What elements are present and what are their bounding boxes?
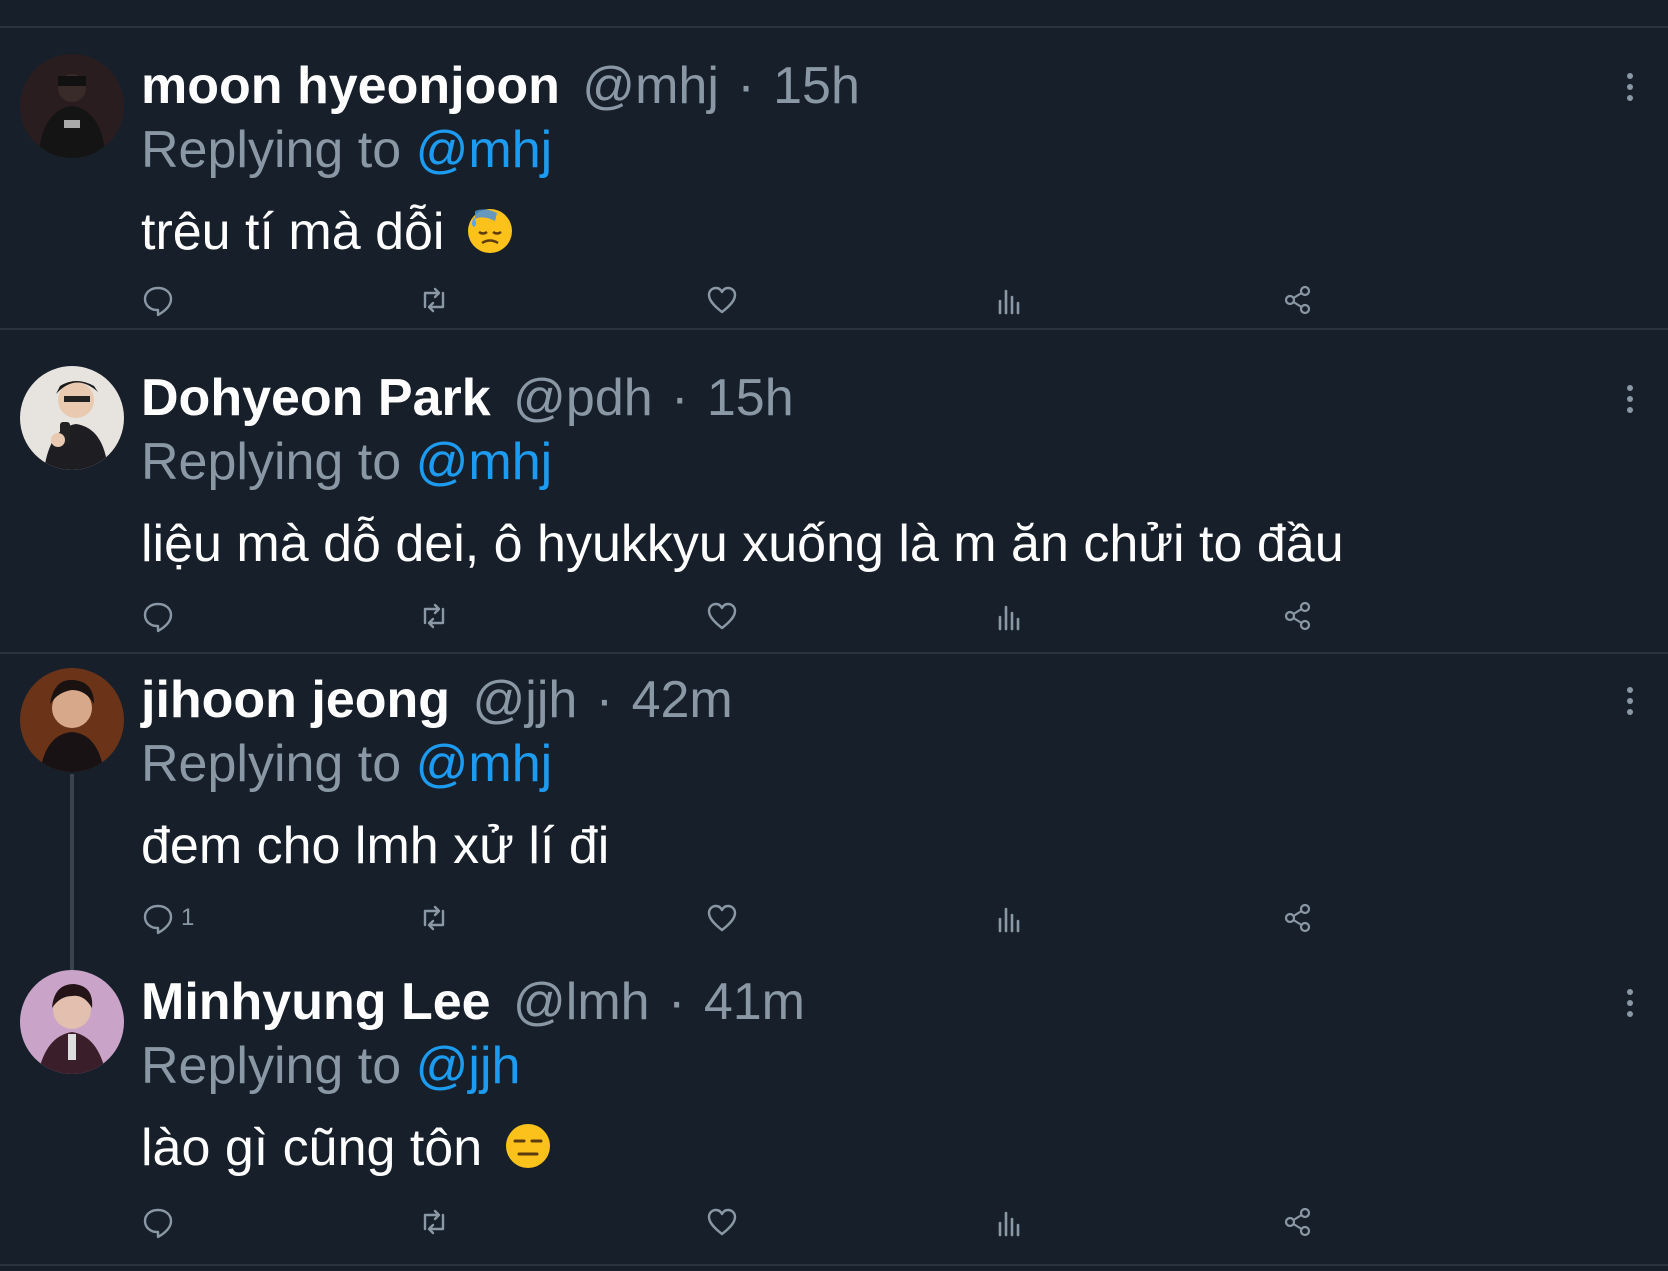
tweet-actions	[141, 1202, 1401, 1242]
share-icon	[1284, 601, 1311, 631]
downcast-sweat-face-emoji	[467, 209, 512, 253]
tweet-text-content: liệu mà dỗ dei, ô hyukkyu xuống là m ăn …	[141, 515, 1344, 573]
replying-to: Replying to @mhj	[141, 430, 552, 494]
reply-button[interactable]	[141, 596, 181, 636]
timestamp[interactable]: 15h	[707, 369, 794, 427]
reply-icon	[143, 904, 173, 935]
tweet-actions	[141, 280, 1401, 320]
tweet-text: lào gì cũng tôn	[141, 1116, 553, 1180]
views-button[interactable]	[993, 1202, 1027, 1242]
timestamp[interactable]: 41m	[704, 973, 805, 1031]
share-button[interactable]	[1281, 1202, 1315, 1242]
meta-separator: ·	[671, 369, 689, 427]
tweet-text: đem cho lmh xử lí đi	[141, 814, 609, 878]
more-icon[interactable]	[1624, 988, 1636, 1018]
share-button[interactable]	[1281, 898, 1315, 938]
like-button[interactable]	[705, 280, 739, 320]
reply-mention[interactable]: @mhj	[416, 735, 553, 793]
share-icon	[1284, 1207, 1311, 1237]
retweet-icon	[423, 1209, 445, 1235]
reply-icon	[143, 286, 173, 317]
display-name[interactable]: Minhyung Lee	[141, 973, 491, 1031]
reply-button[interactable]	[141, 1202, 181, 1242]
timestamp[interactable]: 15h	[773, 57, 860, 115]
like-icon	[707, 904, 737, 932]
reply-count: 1	[181, 904, 195, 931]
share-icon	[1284, 903, 1311, 933]
meta-separator: ·	[668, 973, 686, 1031]
more-icon[interactable]	[1624, 72, 1636, 102]
reply-icon	[143, 1208, 173, 1239]
views-icon	[998, 289, 1020, 315]
views-icon	[998, 605, 1020, 631]
meta-separator: ·	[595, 671, 614, 729]
tweet[interactable]: jihoon jeong @jjh · 42m Replying to @mhj…	[0, 668, 1668, 958]
replying-to-label: Replying to	[141, 1037, 402, 1095]
reply-button[interactable]	[141, 280, 181, 320]
display-name[interactable]: jihoon jeong	[141, 671, 450, 729]
share-button[interactable]	[1281, 596, 1315, 636]
like-icon	[707, 286, 737, 314]
tweet-divider	[0, 1264, 1668, 1266]
share-button[interactable]	[1281, 280, 1315, 320]
reply-mention[interactable]: @mhj	[416, 433, 553, 491]
share-icon	[1284, 285, 1311, 315]
tweet[interactable]: Dohyeon Park @pdh · 15h Replying to @mhj…	[0, 366, 1668, 654]
retweet-button[interactable]	[417, 280, 451, 320]
replying-to: Replying to @jjh	[141, 1034, 520, 1098]
replying-to: Replying to @mhj	[141, 732, 552, 796]
tweet-text: trêu tí mà dỗi	[141, 200, 515, 264]
handle[interactable]: @jjh	[473, 671, 578, 729]
retweet-button[interactable]	[417, 1202, 451, 1242]
tweet-actions	[141, 596, 1401, 636]
handle[interactable]: @pdh	[513, 369, 653, 427]
reply-mention[interactable]: @mhj	[416, 121, 553, 179]
tweet-text-content: trêu tí mà dỗi	[141, 203, 445, 261]
handle[interactable]: @mhj	[582, 57, 719, 115]
avatar[interactable]	[20, 668, 124, 772]
replying-to-label: Replying to	[141, 121, 402, 179]
tweet-text: liệu mà dỗ dei, ô hyukkyu xuống là m ăn …	[141, 512, 1344, 576]
retweet-icon	[423, 905, 445, 931]
tweet[interactable]: moon hyeonjoon @mhj · 15h Replying to @m…	[0, 54, 1668, 330]
retweet-button[interactable]	[417, 596, 451, 636]
tweet-actions: 1	[141, 898, 1401, 938]
like-button[interactable]	[705, 1202, 739, 1242]
avatar[interactable]	[20, 970, 124, 1074]
views-icon	[998, 907, 1020, 933]
retweet-button[interactable]	[417, 898, 451, 938]
like-button[interactable]	[705, 596, 739, 636]
views-icon	[998, 1211, 1020, 1237]
like-icon	[707, 602, 737, 630]
display-name[interactable]: Dohyeon Park	[141, 369, 491, 427]
more-icon[interactable]	[1624, 686, 1636, 716]
reply-icon	[143, 602, 173, 633]
tweet-text-content: lào gì cũng tôn	[141, 1119, 483, 1177]
reply-mention[interactable]: @jjh	[416, 1037, 521, 1095]
tweet-text-content: đem cho lmh xử lí đi	[141, 817, 610, 875]
views-button[interactable]	[993, 280, 1027, 320]
retweet-icon	[423, 603, 445, 629]
tweet[interactable]: Minhyung Lee @lmh · 41m Replying to @jjh…	[0, 970, 1668, 1266]
tweet-divider	[0, 328, 1668, 330]
like-button[interactable]	[705, 898, 739, 938]
retweet-icon	[423, 287, 445, 313]
replying-to-label: Replying to	[141, 735, 402, 793]
views-button[interactable]	[993, 898, 1027, 938]
replying-to: Replying to @mhj	[141, 118, 552, 182]
tweet-divider	[0, 652, 1668, 654]
more-icon[interactable]	[1624, 384, 1636, 414]
timestamp[interactable]: 42m	[632, 671, 733, 729]
top-divider	[0, 26, 1668, 28]
display-name[interactable]: moon hyeonjoon	[141, 57, 560, 115]
avatar[interactable]	[20, 366, 124, 470]
avatar[interactable]	[20, 54, 124, 158]
expressionless-face-emoji	[505, 1124, 550, 1168]
meta-separator: ·	[737, 57, 755, 115]
views-button[interactable]	[993, 596, 1027, 636]
handle[interactable]: @lmh	[513, 973, 650, 1031]
replying-to-label: Replying to	[141, 433, 402, 491]
like-icon	[707, 1208, 737, 1236]
reply-button[interactable]: 1	[141, 898, 194, 938]
